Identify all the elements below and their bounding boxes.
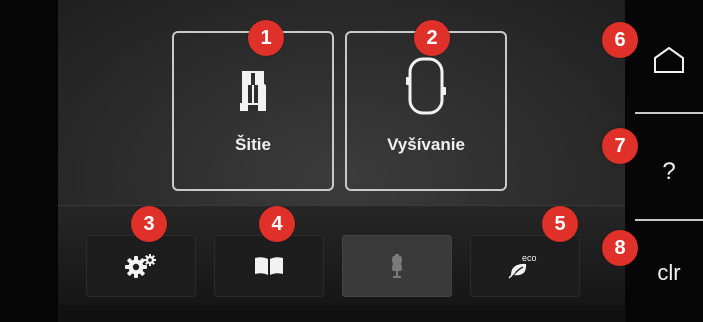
callout-badge-6: 6: [602, 22, 638, 58]
eco-text: eco: [522, 253, 537, 263]
callout-badge-4: 4: [259, 206, 295, 242]
sidebar-divider-2: [635, 219, 703, 221]
help-button[interactable]: ?: [635, 115, 703, 215]
sewing-mode-tile[interactable]: Šitie: [172, 31, 334, 191]
left-edge-bar: [0, 0, 58, 322]
presser-foot-icon: [239, 71, 267, 118]
embroidery-hoop-icon: [404, 53, 448, 124]
creative-consultant-button: [342, 235, 452, 297]
clear-button[interactable]: clr: [635, 222, 703, 322]
settings-button[interactable]: [86, 235, 196, 297]
home-screen: Šitie Vyšívanie eco ? clr 1 2 3 4 5 6 7 …: [0, 0, 703, 322]
sewing-mode-label: Šitie: [235, 135, 271, 154]
help-label: ?: [662, 158, 676, 185]
clear-label: clr: [657, 260, 681, 285]
callout-badge-7: 7: [602, 128, 638, 164]
tutorial-button[interactable]: [214, 235, 324, 297]
callout-badge-3: 3: [131, 206, 167, 242]
embroidery-mode-label: Vyšívanie: [387, 135, 465, 154]
callout-badge-2: 2: [414, 20, 450, 56]
callout-badge-1: 1: [248, 20, 284, 56]
sidebar-divider-1: [635, 112, 703, 114]
home-button[interactable]: [635, 10, 703, 110]
footer-strip: [58, 305, 625, 322]
callout-badge-8: 8: [602, 230, 638, 266]
callout-badge-5: 5: [542, 206, 578, 242]
eco-mode-button[interactable]: eco: [470, 235, 580, 297]
